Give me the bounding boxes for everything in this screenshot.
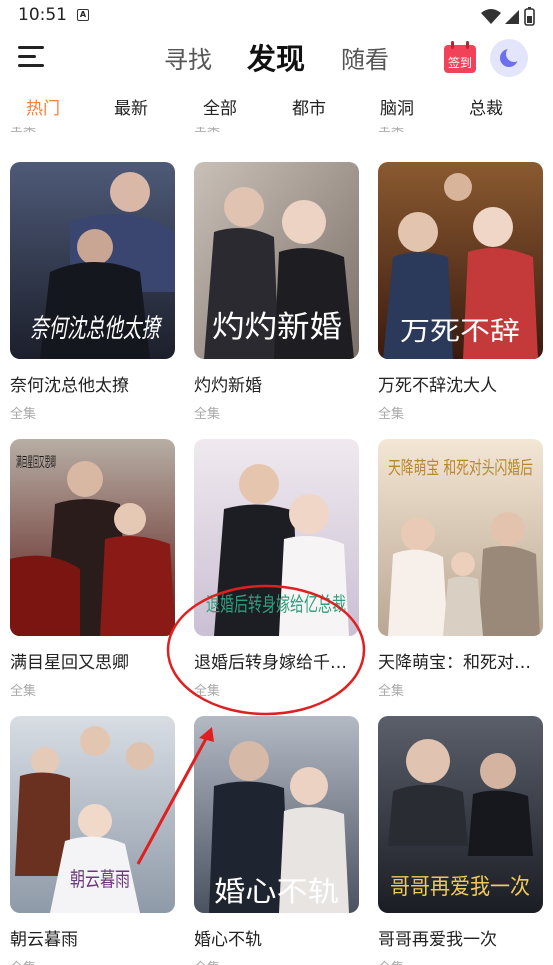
prev-row-sub: 全集 — [10, 127, 37, 135]
status-bar: 10:51 A — [0, 0, 553, 32]
cover-title: 天降萌宝 和死对头闪婚后 — [388, 458, 533, 479]
drama-episode-status: 全集 — [10, 407, 37, 422]
prev-row-sub: 全集 — [194, 127, 221, 135]
drama-title[interactable]: 灼灼新婚 — [194, 371, 359, 396]
drama-title[interactable]: 满目星回又思卿 — [10, 648, 175, 673]
drama-title[interactable]: 婚心不轨 — [194, 925, 359, 950]
category-latest[interactable]: 最新 — [114, 94, 148, 119]
cover-title: 灼灼新婚 — [212, 310, 342, 345]
checkin-label: 签到 — [448, 55, 472, 70]
drama-title[interactable]: 天降萌宝：和死对… — [378, 648, 543, 673]
drama-episode-status: 全集 — [194, 684, 221, 699]
drama-episode-status: 全集 — [378, 684, 405, 699]
drama-title[interactable]: 退婚后转身嫁给千… — [194, 648, 359, 673]
cover-title: 万死不辞 — [400, 317, 520, 347]
drama-card[interactable]: 奈何沈总他太撩 奈何沈总他太撩 全集 — [10, 162, 175, 422]
night-mode-button[interactable] — [490, 39, 528, 77]
tab-search[interactable]: 寻找 — [164, 40, 212, 75]
drama-cover[interactable]: 退婚后转身嫁给亿总裁 — [194, 439, 359, 636]
drama-cover[interactable]: 满目星回又思卿 — [10, 439, 175, 636]
category-bar: 热门 最新 全部 都市 脑洞 总裁 — [0, 86, 553, 126]
drama-episode-status: 全集 — [10, 684, 37, 699]
category-all[interactable]: 全部 — [203, 94, 237, 119]
category-urban[interactable]: 都市 — [292, 94, 326, 119]
category-ceo[interactable]: 总裁 — [469, 94, 503, 119]
drama-title[interactable]: 朝云暮雨 — [10, 925, 175, 950]
drama-cover[interactable]: 朝云暮雨 — [10, 716, 175, 913]
menu-icon[interactable] — [18, 44, 46, 70]
drama-card[interactable]: 天降萌宝 和死对头闪婚后 天降萌宝：和死对… 全集 — [378, 439, 543, 699]
drama-cover[interactable]: 灼灼新婚 — [194, 162, 359, 359]
category-fantasy[interactable]: 脑洞 — [380, 94, 414, 119]
notification-icon: A — [77, 9, 89, 21]
tab-discover[interactable]: 发现 — [247, 36, 305, 78]
cover-title: 婚心不轨 — [214, 875, 339, 908]
drama-title[interactable]: 万死不辞沈大人 — [378, 371, 543, 396]
drama-cover[interactable]: 万死不辞 — [378, 162, 543, 359]
cover-title: 满目星回又思卿 — [16, 455, 56, 471]
drama-cover[interactable]: 天降萌宝 和死对头闪婚后 — [378, 439, 543, 636]
drama-card[interactable]: 灼灼新婚 灼灼新婚 全集 — [194, 162, 359, 422]
drama-card[interactable]: 满目星回又思卿 满目星回又思卿 全集 — [10, 439, 175, 699]
checkin-button[interactable]: 签到 — [443, 40, 477, 74]
category-hot[interactable]: 热门 — [26, 94, 60, 119]
drama-title[interactable]: 哥哥再爱我一次 — [378, 925, 543, 950]
drama-card[interactable]: 朝云暮雨 朝云暮雨 全集 — [10, 716, 175, 965]
status-icons — [481, 7, 535, 26]
status-time: 10:51 — [18, 5, 67, 25]
drama-card[interactable]: 万死不辞 万死不辞沈大人 全集 — [378, 162, 543, 422]
drama-episode-status: 全集 — [378, 407, 405, 422]
drama-card[interactable]: 哥哥再爱我一次 哥哥再爱我一次 全集 — [378, 716, 543, 965]
cover-title: 奈何沈总他太撩 — [30, 314, 163, 344]
prev-row-sub: 全集 — [378, 127, 405, 135]
drama-cover[interactable]: 哥哥再爱我一次 — [378, 716, 543, 913]
drama-card[interactable]: 退婚后转身嫁给亿总裁 退婚后转身嫁给千… 全集 — [194, 439, 359, 699]
drama-episode-status: 全集 — [10, 957, 175, 965]
wifi-icon — [481, 9, 501, 24]
cover-title: 退婚后转身嫁给亿总裁 — [206, 592, 346, 616]
drama-episode-status: 全集 — [194, 957, 359, 965]
cover-title: 哥哥再爱我一次 — [390, 875, 530, 900]
cover-title: 朝云暮雨 — [70, 867, 130, 891]
tab-browse[interactable]: 随看 — [341, 40, 389, 75]
drama-episode-status: 全集 — [194, 407, 221, 422]
calendar-icon: 签到 — [444, 41, 476, 73]
drama-card[interactable]: 婚心不轨 婚心不轨 全集 — [194, 716, 359, 965]
drama-episode-status: 全集 — [378, 957, 543, 965]
drama-cover[interactable]: 婚心不轨 — [194, 716, 359, 913]
top-nav: 寻找 发现 随看 签到 — [0, 32, 553, 86]
drama-cover[interactable]: 奈何沈总他太撩 — [10, 162, 175, 359]
drama-title[interactable]: 奈何沈总他太撩 — [10, 371, 175, 396]
signal-icon — [505, 10, 519, 24]
moon-icon — [500, 46, 522, 67]
